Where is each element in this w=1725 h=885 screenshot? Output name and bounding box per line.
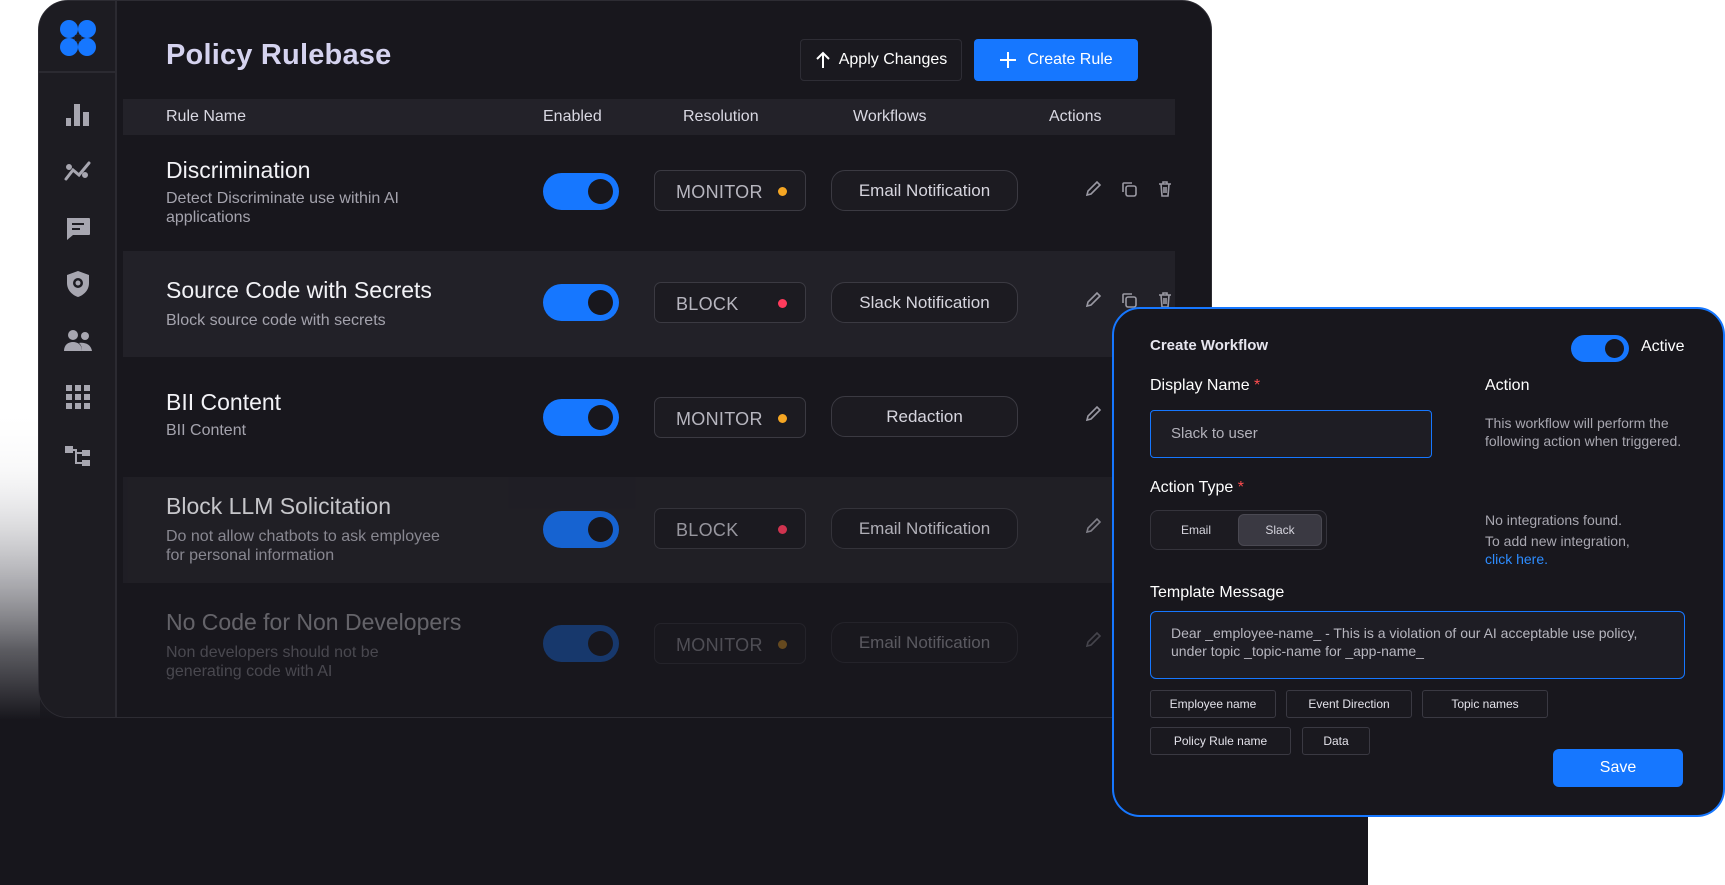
column-header-resolution[interactable]: Resolution — [683, 108, 759, 126]
apps-grid-icon[interactable] — [63, 382, 93, 412]
status-dot — [778, 414, 787, 423]
enabled-toggle[interactable] — [543, 399, 619, 436]
rule-name: BII Content — [166, 389, 282, 415]
table-row[interactable]: Discrimination Detect Discriminate use w… — [123, 135, 1175, 249]
modal-title: Create Workflow — [1150, 337, 1269, 354]
template-message-textarea[interactable]: Dear _employee-name_ - This is a violati… — [1150, 611, 1685, 679]
create-rule-label: Create Rule — [1027, 51, 1113, 68]
apply-changes-button[interactable]: Apply Changes — [800, 39, 962, 81]
action-type-segmented-control: Email Slack — [1150, 510, 1327, 550]
save-button[interactable]: Save — [1553, 749, 1683, 787]
required-mark: * — [1254, 377, 1261, 394]
trend-analytics-icon[interactable] — [63, 156, 93, 186]
app-window: Policy Rulebase Apply Changes Create Rul… — [38, 0, 1212, 718]
action-type-label: Action Type * — [1150, 479, 1244, 496]
workflow-badge[interactable]: Slack Notification — [831, 282, 1018, 323]
create-workflow-modal: Create Workflow Active Display Name * Sl… — [1112, 307, 1725, 817]
workflow-badge[interactable]: Redaction — [831, 396, 1018, 437]
enabled-toggle[interactable] — [543, 284, 619, 321]
page-title: Policy Rulebase — [166, 39, 392, 71]
create-rule-button[interactable]: Create Rule — [974, 39, 1138, 81]
apply-changes-label: Apply Changes — [838, 51, 948, 68]
edit-icon[interactable] — [1083, 516, 1103, 536]
edit-icon[interactable] — [1083, 290, 1103, 310]
table-row[interactable]: Block LLM Solicitation Do not allow chat… — [123, 477, 1175, 583]
rule-name: Discrimination — [166, 157, 311, 183]
rule-description: Non developers should not be generating … — [166, 644, 379, 680]
table-row[interactable]: No Code for Non Developers Non developer… — [123, 593, 1175, 699]
no-integrations-text: No integrations found. — [1485, 512, 1622, 528]
table-row[interactable]: BII Content BII Content MONITOR Redactio… — [123, 359, 1175, 475]
enabled-toggle[interactable] — [543, 511, 619, 548]
chat-icon[interactable] — [63, 213, 93, 243]
sidebar — [39, 1, 117, 717]
copy-icon[interactable] — [1119, 179, 1139, 199]
backdrop-mask — [0, 0, 40, 885]
resolution-label: BLOCK — [676, 294, 739, 314]
logo-icon[interactable] — [59, 19, 97, 57]
variable-chip-topic-names[interactable]: Topic names — [1422, 690, 1548, 718]
resolution-label: BLOCK — [676, 520, 739, 540]
required-mark: * — [1237, 479, 1244, 496]
click-here-link[interactable]: click here. — [1485, 550, 1548, 568]
workflow-badge[interactable]: Email Notification — [831, 622, 1018, 663]
display-name-input[interactable]: Slack to user — [1150, 410, 1432, 458]
active-toggle[interactable] — [1571, 335, 1629, 362]
status-dot — [778, 525, 787, 534]
resolution-label: MONITOR — [676, 182, 763, 202]
variable-chip-policy-rule-name[interactable]: Policy Rule name — [1150, 727, 1291, 755]
variable-chip-employee-name[interactable]: Employee name — [1150, 690, 1276, 718]
enabled-toggle[interactable] — [543, 173, 619, 210]
status-dot — [778, 299, 787, 308]
workflow-badge[interactable]: Email Notification — [831, 508, 1018, 549]
logo-divider — [39, 71, 117, 73]
resolution-label: MONITOR — [676, 409, 763, 429]
column-header-actions[interactable]: Actions — [1049, 108, 1101, 126]
edit-icon[interactable] — [1083, 179, 1103, 199]
resolution-select[interactable]: MONITOR — [654, 623, 806, 664]
delete-icon[interactable] — [1155, 179, 1175, 199]
rule-description: Block source code with secrets — [166, 312, 386, 329]
bar-chart-icon[interactable] — [63, 99, 93, 129]
hierarchy-icon[interactable] — [63, 441, 93, 471]
resolution-select[interactable]: MONITOR — [654, 170, 806, 211]
active-label: Active — [1641, 338, 1685, 355]
rule-description: Do not allow chatbots to ask employee fo… — [166, 528, 440, 564]
arrow-up-icon — [816, 51, 830, 68]
edit-icon[interactable] — [1083, 404, 1103, 424]
action-description: This workflow will perform the following… — [1485, 415, 1682, 449]
rule-name: Source Code with Secrets — [166, 277, 432, 303]
add-integration-text: To add new integration, — [1485, 533, 1630, 549]
rule-name: No Code for Non Developers — [166, 609, 462, 635]
action-type-email[interactable]: Email — [1154, 514, 1238, 546]
column-header-enabled[interactable]: Enabled — [543, 108, 602, 126]
table-header: Rule Name Enabled Resolution Workflows A… — [123, 99, 1175, 135]
status-dot — [778, 640, 787, 649]
shield-icon[interactable] — [63, 269, 93, 299]
resolution-select[interactable]: BLOCK — [654, 508, 806, 549]
plus-icon — [1000, 52, 1017, 68]
variable-chip-event-direction[interactable]: Event Direction — [1286, 690, 1412, 718]
edit-icon[interactable] — [1083, 630, 1103, 650]
rule-description: Detect Discriminate use within AI applic… — [166, 190, 399, 226]
users-icon[interactable] — [63, 326, 93, 356]
template-message-label: Template Message — [1150, 584, 1285, 601]
workflow-badge[interactable]: Email Notification — [831, 170, 1018, 211]
rule-name: Block LLM Solicitation — [166, 493, 391, 519]
table-row[interactable]: Source Code with Secrets Block source co… — [123, 251, 1175, 357]
column-header-workflows[interactable]: Workflows — [853, 108, 927, 126]
resolution-label: MONITOR — [676, 635, 763, 655]
action-heading: Action — [1485, 377, 1530, 394]
resolution-select[interactable]: MONITOR — [654, 397, 806, 438]
resolution-select[interactable]: BLOCK — [654, 282, 806, 323]
enabled-toggle[interactable] — [543, 625, 619, 662]
column-header-rule-name[interactable]: Rule Name — [166, 108, 246, 126]
variable-chip-data[interactable]: Data — [1302, 727, 1370, 755]
rule-description: BII Content — [166, 422, 247, 439]
status-dot — [778, 187, 787, 196]
display-name-label: Display Name * — [1150, 377, 1261, 394]
action-type-slack[interactable]: Slack — [1238, 514, 1322, 546]
